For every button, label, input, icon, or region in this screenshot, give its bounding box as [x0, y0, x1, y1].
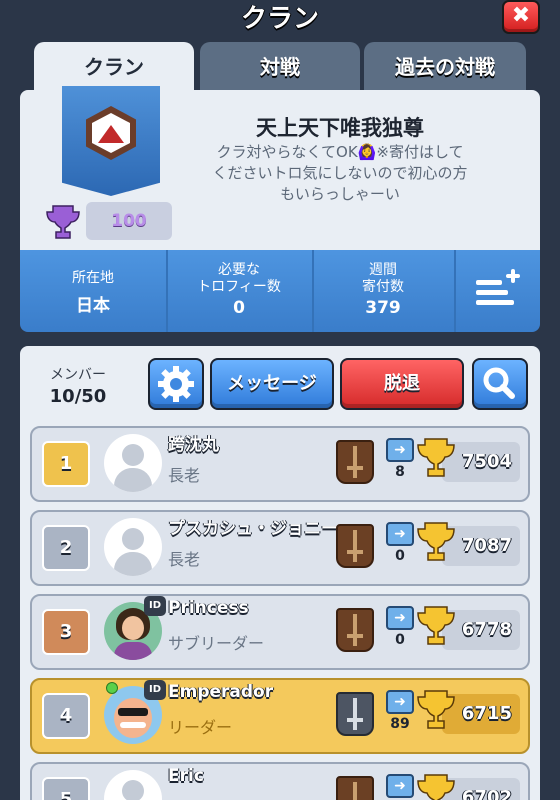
- donation-card-icon: ➜: [386, 522, 414, 546]
- member-donations: 0: [395, 548, 405, 564]
- member-label: メンバー: [50, 367, 106, 383]
- gear-icon[interactable]: [150, 360, 202, 408]
- member-count: 10/50: [49, 386, 107, 407]
- close-button[interactable]: ✖: [502, 0, 540, 34]
- clan-stats-bar: 所在地 日本 必要な トロフィー数 0 週間 寄付数 379: [20, 250, 540, 332]
- stat-location-label: 所在地: [72, 270, 114, 286]
- stat-location: 所在地 日本: [20, 250, 166, 332]
- member-row-self[interactable]: 4 ID Emperador リーダー ➜ 89 6715: [30, 678, 530, 754]
- leave-clan-button[interactable]: 脱退: [340, 358, 464, 410]
- purple-trophy-icon: [46, 205, 80, 239]
- tab-clan[interactable]: クラン: [34, 42, 194, 92]
- online-status-dot: [106, 682, 118, 694]
- donation-card-icon: ➜: [386, 690, 414, 714]
- clan-banner: [62, 86, 160, 196]
- stat-required-trophies: 必要な トロフィー数 0: [166, 250, 312, 332]
- trophy-icon: [417, 690, 455, 729]
- close-icon[interactable]: ✖: [512, 3, 530, 28]
- member-name: Princess: [168, 598, 249, 618]
- stat-required-label: 必要な トロフィー数: [197, 262, 281, 295]
- message-button[interactable]: メッセージ: [210, 358, 334, 410]
- member-role: 長老: [168, 550, 201, 569]
- donation-card-icon: ➜: [386, 606, 414, 630]
- member-rank: 2: [42, 525, 90, 571]
- clan-info-card: 天上天下唯我独尊 クラ対やらなくてOK🙆‍♀️※寄付はして くださいトロ気にしな…: [20, 86, 540, 250]
- clan-trophy-badge: 100: [46, 202, 196, 242]
- member-role: リーダー: [168, 718, 233, 737]
- member-list[interactable]: 1 跨沈丸 長老 ➜ 8 7504 2 プスカシュ・ジョニー 長老 ➜ 0 70…: [20, 424, 540, 800]
- trophy-icon: [417, 606, 455, 645]
- clan-badge-icon: [86, 106, 136, 160]
- member-name: プスカシュ・ジョニー: [168, 519, 338, 539]
- arena-league-icon: [336, 608, 374, 652]
- donation-card-icon: ➜: [386, 438, 414, 462]
- id-badge: ID: [144, 596, 166, 616]
- member-name: Eric: [168, 766, 204, 786]
- trophy-icon: [417, 438, 455, 477]
- page-title: クラン: [240, 4, 319, 34]
- member-rank: 5: [42, 777, 90, 800]
- clan-name: 天上天下唯我独尊: [256, 116, 424, 140]
- arena-league-icon: [336, 524, 374, 568]
- member-donations: 8: [395, 464, 405, 480]
- member-row[interactable]: 2 プスカシュ・ジョニー 長老 ➜ 0 7087: [30, 510, 530, 586]
- member-rank: 1: [42, 441, 90, 487]
- trophy-icon: [417, 774, 455, 800]
- avatar: [104, 770, 162, 800]
- search-icon[interactable]: [474, 360, 526, 408]
- member-name: Emperador: [168, 682, 274, 702]
- avatar: [104, 518, 162, 576]
- id-badge: ID: [144, 680, 166, 700]
- search-button[interactable]: [472, 358, 528, 410]
- stat-location-value: 日本: [76, 296, 110, 316]
- member-name: 跨沈丸: [168, 435, 219, 455]
- clan-description: クラ対やらなくてOK🙆‍♀️※寄付はして くださいトロ気にしないので初心の方 も…: [212, 143, 468, 203]
- member-toolbar: メンバー 10/50 メッセージ 脱退: [20, 346, 540, 424]
- sort-filter-icon[interactable]: [454, 250, 540, 332]
- member-donations: 0: [395, 632, 405, 648]
- member-row[interactable]: 1 跨沈丸 長老 ➜ 8 7504: [30, 426, 530, 502]
- sort-filter-button[interactable]: [454, 250, 540, 332]
- arena-league-icon: [336, 776, 374, 800]
- member-donations: 89: [390, 716, 410, 732]
- arena-league-icon: [336, 692, 374, 736]
- stat-weekly-value: 379: [365, 298, 401, 318]
- member-row[interactable]: 5 Eric メンバー ➜ 6702: [30, 762, 530, 800]
- member-row[interactable]: 3 ID Princess サブリーダー ➜ 0 6778: [30, 594, 530, 670]
- tab-war-history[interactable]: 過去の対戦: [364, 42, 526, 92]
- member-role: 長老: [168, 466, 201, 485]
- trophy-icon: [417, 522, 455, 561]
- member-rank: 4: [42, 693, 90, 739]
- donation-card-icon: ➜: [386, 774, 414, 798]
- tab-bar: クラン 対戦 過去の対戦: [34, 42, 528, 92]
- stat-required-value: 0: [233, 298, 245, 318]
- stat-weekly-donations: 週間 寄付数 379: [312, 250, 454, 332]
- member-rank: 3: [42, 609, 90, 655]
- clan-trophy-value: 100: [86, 202, 172, 240]
- member-role: サブリーダー: [168, 634, 265, 653]
- avatar: [104, 434, 162, 492]
- tab-war[interactable]: 対戦: [200, 42, 360, 92]
- arena-league-icon: [336, 440, 374, 484]
- clan-settings-button[interactable]: [148, 358, 204, 410]
- stat-weekly-label: 週間 寄付数: [362, 262, 404, 295]
